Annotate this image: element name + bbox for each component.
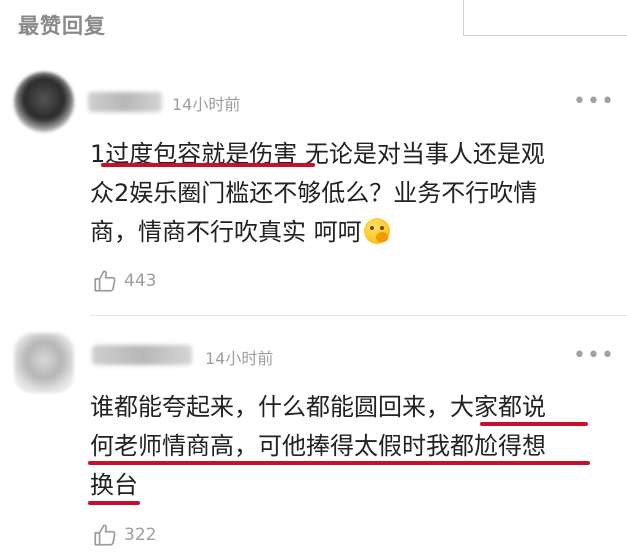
red-underline xyxy=(88,461,590,465)
comment-content: 谁都能夸起来，什么都能圆回来，大家都说 何老师情商高，可他捧得太假时我都尬得想 … xyxy=(90,388,610,505)
comment-line: 1过度包容就是伤害 无论是对当事人还是观 xyxy=(90,140,545,168)
red-underline xyxy=(480,422,588,426)
like-button[interactable]: 322 xyxy=(92,522,156,548)
comment-divider xyxy=(90,315,627,316)
like-button[interactable]: 443 xyxy=(92,268,156,294)
face-with-hand-over-mouth-emoji xyxy=(363,218,390,244)
comment-content: 1过度包容就是伤害 无论是对当事人还是观 众2娱乐圈门槛还不够低么？业务不行吹情… xyxy=(90,135,610,252)
username-blurred[interactable] xyxy=(92,345,192,365)
more-dots-icon[interactable]: ••• xyxy=(573,345,615,367)
top-right-box xyxy=(463,0,627,36)
red-underline xyxy=(88,501,140,505)
comment-line: 商，情商不行吹真实 呵呵 xyxy=(90,213,610,252)
section-title: 最赞回复 xyxy=(18,14,106,38)
avatar[interactable] xyxy=(14,333,74,393)
avatar[interactable] xyxy=(14,72,74,132)
red-underline xyxy=(101,163,315,167)
like-count: 443 xyxy=(124,271,157,291)
comment-line: 换台 xyxy=(90,471,138,499)
underlined-text: 大家都说 xyxy=(450,393,546,421)
more-dots-icon[interactable]: ••• xyxy=(573,91,615,113)
comment-time: 14小时前 xyxy=(172,95,241,114)
comment-time: 14小时前 xyxy=(205,349,274,368)
like-count: 322 xyxy=(124,525,157,545)
comment-line: 众2娱乐圈门槛还不够低么？业务不行吹情 xyxy=(90,179,538,207)
username-blurred[interactable] xyxy=(88,92,162,112)
thumbs-up-icon xyxy=(94,270,116,292)
thumbs-up-icon xyxy=(94,524,116,546)
